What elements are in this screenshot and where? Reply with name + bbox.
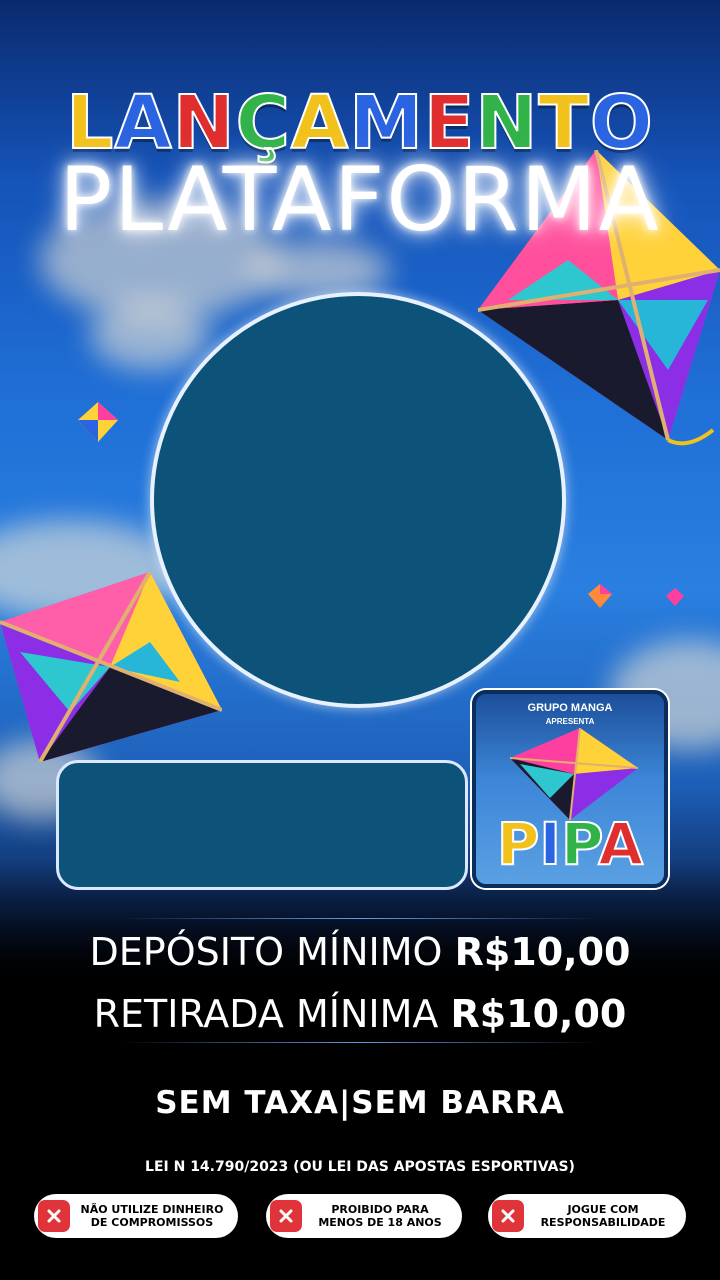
logo-letter: P [560,810,599,878]
divider [120,1042,600,1043]
logo-letter: P [496,810,540,878]
kite-small-icon [588,584,612,608]
deposit-value: R$10,00 [454,930,631,974]
title-platform: PLATAFORMA [59,148,661,251]
cloud [90,300,210,370]
logo-kite-icon [510,728,638,820]
logo-presents: APRESENTA [545,717,595,726]
withdraw-line: RETIRADA MÍNIMA R$10,00 [0,990,720,1038]
name-placeholder-box [56,760,468,890]
brand-logo-card: GRUPO MANGA APRESENTA PIPA [472,690,668,888]
no-fee-text: SEM TAXA|SEM BARRA [155,1085,565,1121]
withdraw-label: RETIRADA MÍNIMA [93,992,439,1036]
logo-wordmark: PIPA [476,810,664,878]
warning-text: NÃO UTILIZE DINHEIRO DE COMPROMISSOS [80,1203,224,1229]
logo-group-name: GRUPO MANGA [527,702,613,714]
deposit-line: DEPÓSITO MÍNIMO R$10,00 [0,928,720,976]
warning-text: PROIBIDO PARA MENOS DE 18 ANOS [318,1203,442,1229]
x-icon [492,1200,524,1232]
poster: LANÇAMENTO PLATAFORMA GRUPO MANGA APRESE… [0,0,720,1280]
warning-text: JOGUE COM RESPONSABILIDADE [540,1203,666,1229]
logo-letter: I [538,810,562,878]
kite-small-icon [666,588,684,606]
warning-pill-age: PROIBIDO PARA MENOS DE 18 ANOS [266,1194,462,1238]
warning-pill-responsibility: JOGUE COM RESPONSABILIDADE [488,1194,686,1238]
withdraw-value: R$10,00 [450,992,627,1036]
warning-pill-money: NÃO UTILIZE DINHEIRO DE COMPROMISSOS [34,1194,238,1238]
divider [120,918,600,919]
law-text: LEI N 14.790/2023 (OU LEI DAS APOSTAS ES… [145,1159,575,1175]
x-icon [270,1200,302,1232]
logo-caption: GRUPO MANGA APRESENTA [476,702,664,728]
logo-letter: A [597,810,644,878]
kite-small-icon [78,402,118,442]
deposit-label: DEPÓSITO MÍNIMO [89,930,443,974]
photo-placeholder-circle [150,292,566,708]
x-icon [38,1200,70,1232]
